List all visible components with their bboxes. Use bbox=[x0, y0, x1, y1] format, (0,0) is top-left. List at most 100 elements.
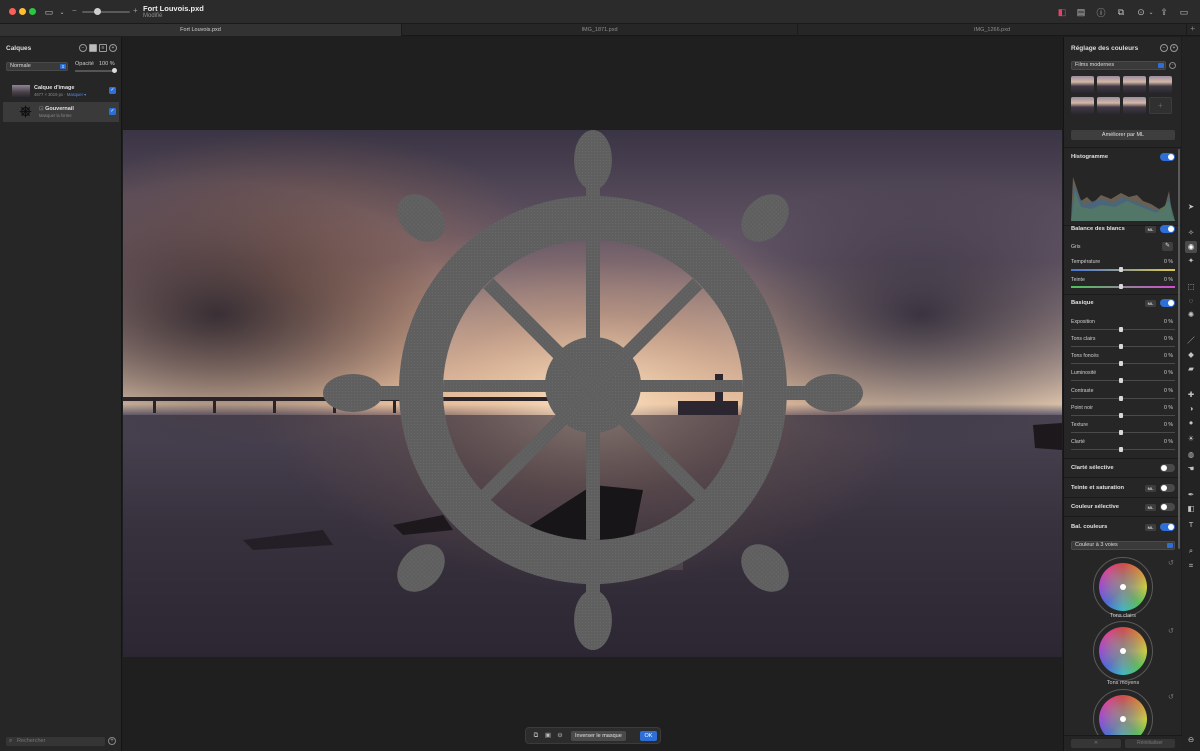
minimize-window-button[interactable] bbox=[19, 8, 26, 15]
tint-slider[interactable] bbox=[1071, 284, 1175, 289]
contrast-slider[interactable] bbox=[1071, 396, 1175, 401]
invert-mask-button[interactable]: Inverser le masque bbox=[571, 731, 626, 741]
tab-img-1266[interactable]: IMG_1266.pxd bbox=[798, 24, 1187, 36]
brush-tool-icon[interactable]: ／ bbox=[1185, 335, 1197, 347]
tab-fort-louvois[interactable]: Fort Louvois.pxd bbox=[0, 24, 402, 36]
layer-row-gouvernail[interactable]: ⊡ Gouvernail Masquer la forme ✓ bbox=[3, 102, 119, 122]
new-tab-button[interactable]: + bbox=[1190, 24, 1195, 33]
reset-icon[interactable]: ↺ bbox=[1168, 627, 1174, 635]
export-layers-icon[interactable]: ⧉ bbox=[1114, 5, 1128, 19]
share-icon[interactable]: ⇪ bbox=[1157, 5, 1171, 19]
color-balance-toggle[interactable] bbox=[1160, 523, 1175, 531]
chevron-down-icon[interactable]: ⌄ bbox=[55, 5, 69, 19]
mask-view-icon[interactable]: ▣ bbox=[544, 732, 552, 740]
shadows-value[interactable]: 0 % bbox=[1164, 353, 1173, 359]
highlights-value[interactable]: 0 % bbox=[1164, 336, 1173, 342]
reset-button[interactable]: Réinitialiser bbox=[1125, 739, 1175, 748]
brightness-slider[interactable] bbox=[1071, 378, 1175, 383]
ok-button[interactable]: OK bbox=[640, 731, 657, 741]
lasso-tool-icon[interactable]: ◌ bbox=[1185, 295, 1197, 307]
tab-img-1871[interactable]: IMG_1871.pxd bbox=[402, 24, 798, 36]
panel-scrollbar[interactable] bbox=[1178, 149, 1180, 549]
zoom-slider[interactable] bbox=[82, 8, 130, 15]
ml-badge[interactable]: ML bbox=[1145, 226, 1156, 233]
opacity-slider[interactable] bbox=[75, 68, 117, 73]
exposure-value[interactable]: 0 % bbox=[1164, 319, 1173, 325]
tint-value[interactable]: 0 % bbox=[1164, 277, 1173, 283]
contrast-value[interactable]: 0 % bbox=[1164, 388, 1173, 394]
zoom-in-icon[interactable]: + bbox=[133, 6, 138, 15]
repair-tool-icon[interactable]: ✚ bbox=[1185, 389, 1197, 401]
sidebar-toggle-icon[interactable]: ▭ bbox=[42, 5, 56, 19]
ml-badge[interactable]: ML bbox=[1145, 485, 1156, 492]
zoom-out-icon[interactable]: − bbox=[72, 6, 77, 15]
arrow-tool-icon[interactable]: ➤ bbox=[1185, 201, 1197, 213]
sponge-tool-icon[interactable]: ◍ bbox=[1185, 449, 1197, 461]
shapes-tool-icon[interactable]: ◧ bbox=[1185, 503, 1197, 515]
layers-search-input[interactable]: ⌕ Rechercher bbox=[6, 737, 105, 746]
preset-thumbnail[interactable] bbox=[1149, 76, 1172, 93]
ml-enhance-button[interactable]: Améliorer par ML bbox=[1071, 130, 1175, 140]
retouch-tool-icon[interactable]: ✧ bbox=[1185, 227, 1197, 239]
basic-toggle[interactable] bbox=[1160, 299, 1175, 307]
texture-value[interactable]: 0 % bbox=[1164, 422, 1173, 428]
layer-row-image[interactable]: Calque d'image 4677 × 3019 px · Masquer … bbox=[3, 81, 119, 101]
preset-thumbnail[interactable] bbox=[1071, 76, 1094, 93]
more-tools-icon[interactable]: ⊖ bbox=[1185, 734, 1197, 746]
clarity-slider[interactable] bbox=[1071, 447, 1175, 452]
ml-super-resolution-icon[interactable]: ◧ bbox=[1055, 5, 1069, 19]
effects-tool-icon[interactable]: ✦ bbox=[1185, 255, 1197, 267]
zoom-tool-icon[interactable]: ⌕ bbox=[1185, 545, 1197, 557]
texture-slider[interactable] bbox=[1071, 430, 1175, 435]
selective-clarity-toggle[interactable] bbox=[1160, 464, 1175, 472]
ml-badge[interactable]: ML bbox=[1145, 524, 1156, 531]
more-chevron-icon[interactable]: ⌄ bbox=[1144, 5, 1158, 19]
preset-select[interactable]: Films modernes bbox=[1071, 61, 1166, 70]
highlights-slider[interactable] bbox=[1071, 344, 1175, 349]
preset-options-icon[interactable]: ⋯ bbox=[1169, 62, 1176, 69]
ml-badge[interactable]: ML bbox=[1145, 504, 1156, 511]
right-sidebar-toggle-icon[interactable]: ▭ bbox=[1177, 5, 1191, 19]
layer-visibility-checkbox[interactable]: ✓ bbox=[109, 108, 116, 115]
hue-saturation-toggle[interactable] bbox=[1160, 484, 1175, 492]
collapse-icon[interactable]: − bbox=[1160, 44, 1168, 52]
preset-thumbnail[interactable] bbox=[1097, 76, 1120, 93]
photo-canvas[interactable] bbox=[123, 130, 1062, 657]
eyedropper-icon[interactable]: ✎ bbox=[1162, 242, 1173, 251]
mask-mode-icon[interactable] bbox=[89, 44, 97, 52]
selection-tool-icon[interactable]: ⬚ bbox=[1185, 281, 1197, 293]
shadows-slider[interactable] bbox=[1071, 361, 1175, 366]
black-point-slider[interactable] bbox=[1071, 413, 1175, 418]
smudge-tool-icon[interactable]: ☚ bbox=[1185, 463, 1197, 475]
brightness-value[interactable]: 0 % bbox=[1164, 370, 1173, 376]
midtones-color-wheel[interactable] bbox=[1099, 627, 1147, 675]
mask-copy-icon[interactable]: ⧉ bbox=[532, 732, 540, 740]
magic-wand-icon[interactable]: ✺ bbox=[1185, 309, 1197, 321]
clapperboard-icon[interactable]: ▤ bbox=[1074, 5, 1088, 19]
add-icon[interactable]: + bbox=[1170, 44, 1178, 52]
color-adjust-tool-icon[interactable]: ◉ bbox=[1185, 241, 1197, 253]
zoom-window-button[interactable] bbox=[29, 8, 36, 15]
crop-tool-icon[interactable]: ⌗ bbox=[1185, 560, 1197, 572]
layer-visibility-checkbox[interactable]: ✓ bbox=[109, 87, 116, 94]
paint-bucket-icon[interactable]: ◆ bbox=[1185, 349, 1197, 361]
layer-stack-icon[interactable]: ≡ bbox=[99, 44, 107, 52]
reset-icon[interactable]: ↺ bbox=[1168, 693, 1174, 701]
preset-thumbnail[interactable] bbox=[1071, 97, 1094, 114]
close-window-button[interactable] bbox=[9, 8, 16, 15]
close-icon[interactable]: ✕ bbox=[1071, 739, 1121, 748]
add-preset-button[interactable]: + bbox=[1149, 97, 1172, 114]
reset-icon[interactable]: ↺ bbox=[1168, 559, 1174, 567]
collapse-icon[interactable]: − bbox=[79, 44, 87, 52]
temperature-slider[interactable] bbox=[1071, 267, 1175, 272]
black-point-value[interactable]: 0 % bbox=[1164, 405, 1173, 411]
clarity-value[interactable]: 0 % bbox=[1164, 439, 1173, 445]
add-layer-icon[interactable]: + bbox=[109, 44, 117, 52]
opacity-value[interactable]: 100 % bbox=[99, 61, 115, 67]
layer-mask-link[interactable]: Masquer ▾ bbox=[67, 92, 87, 97]
color-balance-mode-select[interactable]: Couleur à 3 voies bbox=[1071, 541, 1175, 550]
info-icon[interactable]: ⓘ bbox=[1094, 5, 1108, 19]
preset-thumbnail[interactable] bbox=[1123, 76, 1146, 93]
text-tool-icon[interactable]: T bbox=[1185, 519, 1197, 531]
selective-color-toggle[interactable] bbox=[1160, 503, 1175, 511]
